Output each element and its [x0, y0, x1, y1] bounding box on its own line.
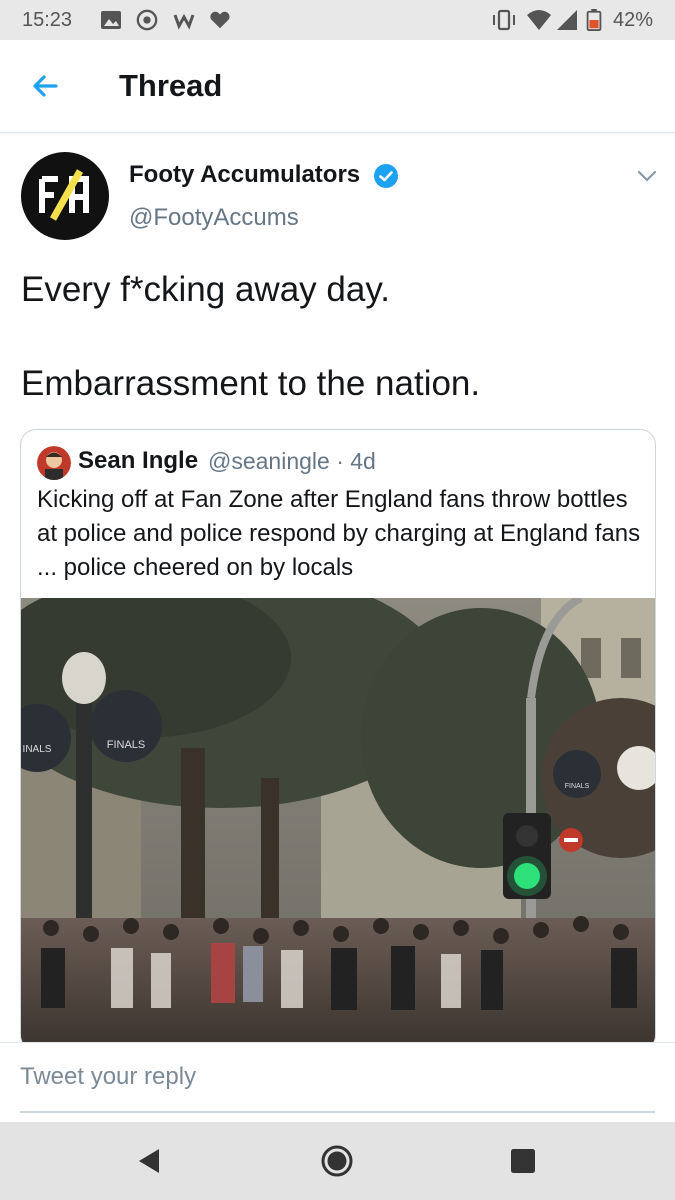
- app-bar: Thread: [0, 40, 675, 133]
- media-sign-center: FINALS: [107, 739, 146, 751]
- verified-badge-icon: [374, 164, 398, 188]
- quoted-avatar: [37, 446, 71, 480]
- tweet-text: Every f*cking away day. Embarrassment to…: [21, 270, 481, 403]
- status-bar: 15:23 42%: [0, 0, 675, 40]
- heart-icon: [210, 11, 230, 29]
- reply-input[interactable]: [20, 1043, 655, 1113]
- battery-percentage: 42%: [612, 9, 653, 31]
- quoted-meta: @seaningle · 4d: [208, 448, 376, 474]
- w-icon: [173, 13, 195, 30]
- quoted-tweet[interactable]: Sean Ingle @seaningle · 4d Kicking off a…: [20, 429, 656, 1051]
- reply-bar: [0, 1042, 675, 1123]
- quoted-tweet-media[interactable]: FINALS INALS FINALS: [21, 598, 655, 1050]
- page-title: Thread: [119, 68, 223, 103]
- quoted-display-name: Sean Ingle: [78, 447, 199, 474]
- media-sign-left: INALS: [23, 744, 52, 755]
- vibrate-icon: [493, 9, 515, 31]
- avatar[interactable]: [20, 151, 110, 241]
- wifi-icon: [527, 10, 551, 30]
- home-circle-icon[interactable]: [320, 1144, 354, 1178]
- status-time: 15:23: [22, 9, 73, 31]
- gallery-icon: [101, 11, 121, 29]
- arrow-left-icon[interactable]: [26, 68, 66, 104]
- display-name[interactable]: Footy Accumulators: [129, 161, 360, 189]
- user-handle[interactable]: @FootyAccums: [129, 204, 299, 232]
- signal-icon: [557, 10, 577, 30]
- recents-square-icon[interactable]: [506, 1144, 540, 1178]
- chevron-down-icon[interactable]: [634, 165, 660, 187]
- back-triangle-icon[interactable]: [132, 1144, 166, 1178]
- quoted-tweet-text: Kicking off at Fan Zone after England fa…: [37, 486, 641, 581]
- system-navigation-bar: [0, 1122, 675, 1200]
- whatsapp-icon: [136, 9, 158, 31]
- battery-icon: [586, 9, 602, 31]
- media-sign-right: FINALS: [565, 783, 590, 790]
